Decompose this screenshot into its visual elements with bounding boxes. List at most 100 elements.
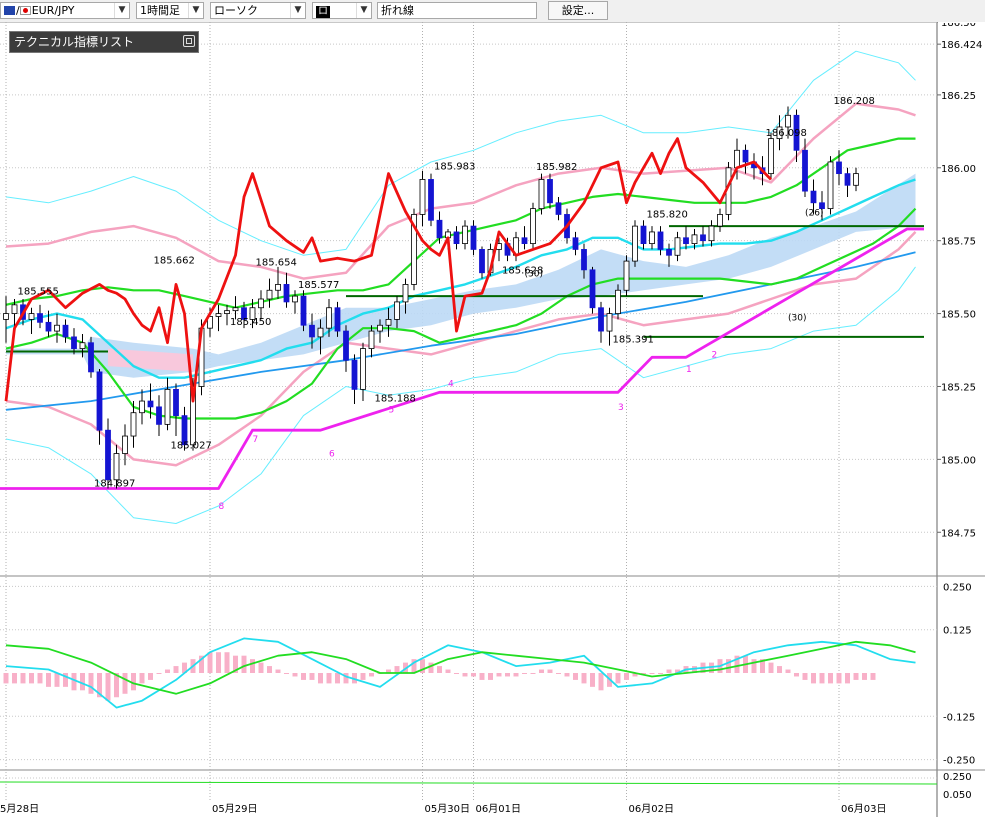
bullish-candle [224,310,230,314]
bullish-candle [360,348,366,390]
bearish-candle [844,173,851,186]
date-axis-label: 06月01日 [476,803,521,815]
line-type-field[interactable]: 折れ線 [377,2,537,19]
bearish-candle [309,324,315,338]
chevron-down-icon[interactable]: ▼ [114,3,129,18]
macd-histogram-bar [148,673,153,680]
bullish-candle [326,307,332,329]
bearish-candle [428,179,434,221]
price-axis-label: 185.25 [941,382,976,393]
macd-histogram-bar [80,673,85,691]
macd-histogram-bar [156,673,162,674]
macd-histogram-bar [624,673,629,680]
wave-count-label: 7 [253,435,259,445]
bullish-candle [827,161,834,210]
date-axis-label: 5月28日 [0,803,39,815]
indicator-list-panel[interactable]: テクニカル指標リスト [9,31,199,53]
macd-histogram-bar [12,673,17,684]
price-axis-panel [937,22,985,817]
bullish-candle [717,214,723,227]
line-type-label: 折れ線 [381,4,414,17]
osc-axis-label: -0.250 [943,756,975,767]
bearish-candle [640,225,647,245]
macd-histogram-bar [530,673,536,674]
restore-icon[interactable] [183,35,195,47]
wave-count-label: 3 [618,403,624,413]
macd-histogram-bar [751,659,757,673]
bullish-candle [530,208,536,244]
macd-histogram-bar [139,673,145,684]
jp-flag-icon [19,6,31,15]
chevron-down-icon[interactable]: ▼ [290,3,305,18]
bearish-candle [479,249,485,274]
bearish-candle [283,284,290,303]
bullish-candle [215,313,222,317]
bearish-candle [436,219,443,239]
macd-histogram-bar [326,673,332,684]
bullish-candle [368,330,375,349]
bullish-candle [419,179,426,215]
chevron-down-icon[interactable]: ▼ [356,3,371,18]
macd-histogram-bar [615,673,621,684]
price-point-label: 185.654 [256,258,297,269]
axis-mask [938,22,985,23]
wave-count-label: 5 [389,406,395,416]
candle-type-select[interactable]: ロ ▼ [312,2,372,19]
timeframe-select[interactable]: 1時間足 ▼ [136,2,204,19]
date-axis-label: 05月30日 [425,803,470,815]
bullish-candle [691,234,698,244]
bearish-candle [300,295,307,326]
bullish-candle [258,298,264,309]
macd-histogram-bar [479,673,485,680]
bullish-candle [402,284,409,303]
bollinger-outer-upper [5,50,916,256]
macd-histogram-bar [794,673,799,677]
macd-histogram-bar [819,673,825,684]
macd-histogram-bar [258,662,264,673]
price-axis-label: 186.50 [941,22,976,29]
wave-count-label: 4 [448,379,454,389]
price-point-label: 185.982 [536,162,577,173]
symbol-select[interactable]: / EUR/JPY ▼ [0,2,130,19]
price-point-label: 184.897 [94,478,135,489]
price-point-label: 185.391 [613,334,654,345]
bullish-candle [275,284,281,291]
chart-style-select[interactable]: ローソク ▼ [210,2,306,19]
macd-histogram-bar [505,673,510,677]
macd-histogram-bar [284,673,289,674]
bullish-candle [317,327,324,338]
price-axis-label: 186.25 [941,91,976,102]
macd-histogram-bar [46,673,51,687]
bullish-candle [79,342,86,349]
bullish-candle [11,304,18,314]
macd-histogram-bar [369,673,374,677]
price-point-label: 185.188 [375,394,416,405]
macd-histogram-bar [309,673,315,680]
bullish-candle [853,173,859,186]
bearish-candle [71,336,77,349]
bearish-candle [37,313,43,323]
bearish-candle [589,269,596,309]
bullish-candle [54,324,60,332]
price-point-label: 186.208 [834,96,875,107]
period-label: (26) [805,208,823,218]
macd-histogram-bar [250,659,255,673]
macd-histogram-bar [3,673,9,684]
macd-histogram-bar [207,652,213,673]
chevron-down-icon[interactable]: ▼ [188,3,203,18]
wave-count-label: 8 [219,502,225,512]
settings-button[interactable]: 設定... [548,1,608,20]
macd-histogram-bar [428,662,434,673]
price-point-label: 185.983 [434,162,475,173]
bullish-candle [113,453,120,481]
bearish-candle [547,179,553,204]
date-axis-label: 06月02日 [629,803,674,815]
bottom-axis-label: 0.250 [943,772,972,783]
price-chart[interactable]: 186.50186.424186.25186.00185.75185.50185… [0,22,985,817]
macd-histogram-bar [445,669,451,673]
macd-histogram-bar [853,673,859,680]
macd-histogram-bar [71,673,77,691]
bearish-candle [470,225,477,250]
bearish-candle [598,307,604,332]
price-axis-label: 184.75 [941,528,976,539]
